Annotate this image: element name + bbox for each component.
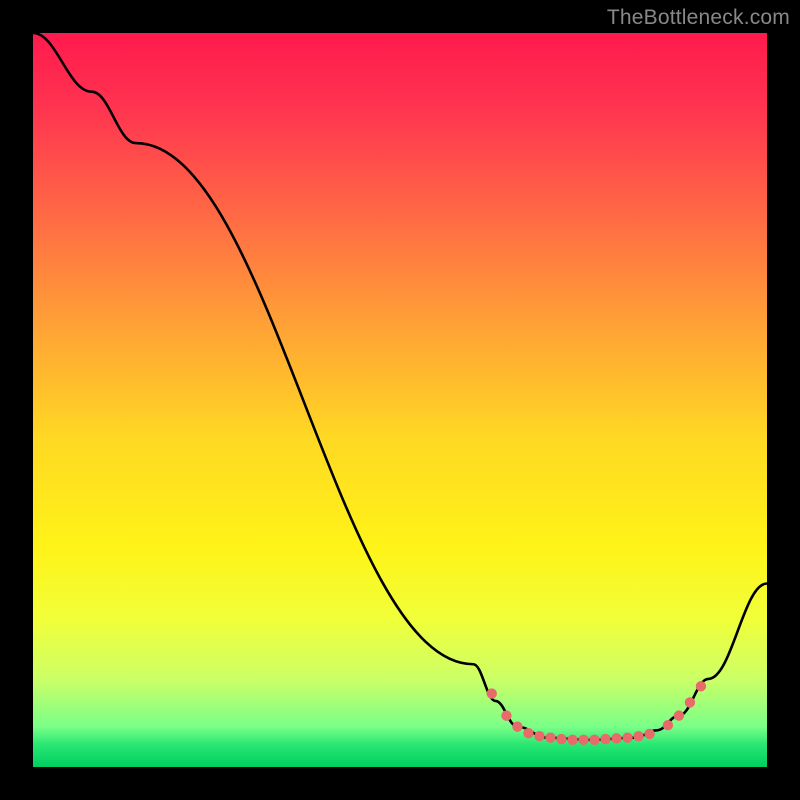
data-marker: [589, 735, 599, 745]
data-marker: [523, 728, 533, 738]
data-marker: [644, 729, 654, 739]
data-marker: [685, 697, 695, 707]
chart-frame: TheBottleneck.com: [0, 0, 800, 800]
data-marker: [567, 735, 577, 745]
data-marker: [622, 732, 632, 742]
data-marker: [674, 710, 684, 720]
data-marker: [534, 731, 544, 741]
data-marker: [556, 734, 566, 744]
plot-svg: [33, 33, 767, 767]
data-marker: [611, 733, 621, 743]
plot-area: [33, 33, 767, 767]
data-marker: [600, 734, 610, 744]
data-marker: [487, 688, 497, 698]
data-marker: [545, 732, 555, 742]
data-marker: [663, 720, 673, 730]
data-marker: [633, 731, 643, 741]
data-marker: [696, 681, 706, 691]
data-marker: [501, 710, 511, 720]
watermark-text: TheBottleneck.com: [607, 6, 790, 30]
data-marker: [512, 721, 522, 731]
data-marker: [578, 735, 588, 745]
